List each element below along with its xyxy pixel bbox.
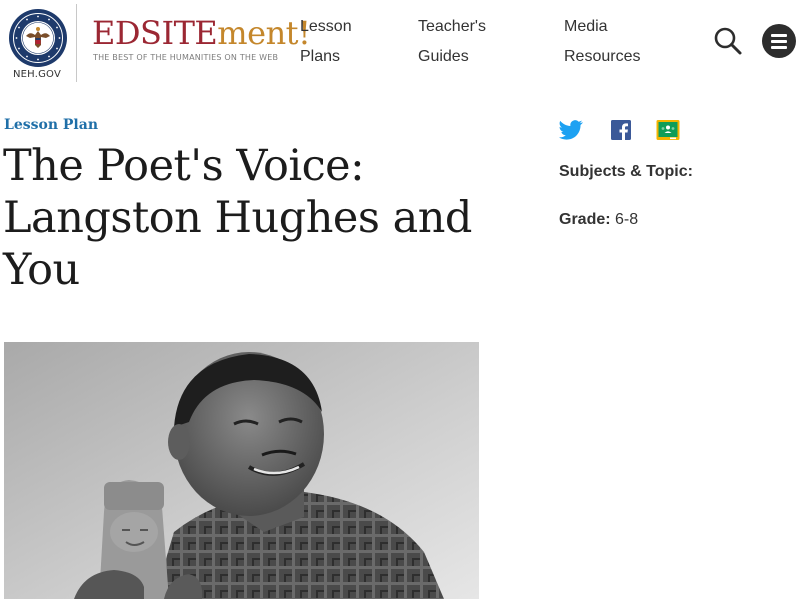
page-title-line-2: Langston Hughes and bbox=[3, 193, 472, 243]
subjects-topic-label: Subjects & Topic: bbox=[559, 163, 693, 181]
neh-gov-label[interactable]: NEH.GOV bbox=[0, 69, 74, 80]
neh-seal-logo[interactable] bbox=[8, 8, 68, 68]
grade-row: Grade: 6-8 bbox=[559, 211, 638, 229]
hero-portrait-image bbox=[4, 342, 479, 599]
nav-teachers-guides[interactable]: Teacher's Guides bbox=[418, 12, 528, 72]
nav-teachers-guides-line1: Teacher's bbox=[418, 18, 486, 35]
header-divider bbox=[76, 4, 77, 82]
twitter-icon[interactable] bbox=[559, 119, 583, 141]
logo-tagline: THE BEST OF THE HUMANITIES ON THE WEB bbox=[93, 53, 279, 62]
page-title-line-3: You bbox=[3, 245, 80, 295]
logo-wordmark: EDSITEment! bbox=[92, 14, 311, 52]
menu-bar-middle bbox=[771, 40, 787, 43]
nav-media-resources-line2: Resources bbox=[564, 48, 641, 65]
hamburger-menu-icon[interactable] bbox=[762, 24, 796, 58]
grade-heading: Grade: bbox=[559, 211, 611, 228]
menu-bar-top bbox=[771, 34, 787, 37]
content-type-label[interactable]: Lesson Plan bbox=[4, 117, 98, 133]
menu-bar-bottom bbox=[771, 46, 787, 49]
facebook-icon[interactable] bbox=[609, 119, 633, 141]
search-icon[interactable] bbox=[711, 24, 745, 58]
logo-edsite-text: EDSITE bbox=[92, 14, 218, 52]
nav-media-resources-line1: Media bbox=[564, 18, 608, 35]
page-title-line-1: The Poet's Voice: bbox=[3, 141, 365, 191]
nav-lesson-plans-line1: Lesson bbox=[300, 18, 352, 35]
google-classroom-icon[interactable] bbox=[656, 119, 680, 141]
site-header: NEH.GOV EDSITEment! THE BEST OF THE HUMA… bbox=[0, 0, 800, 86]
page-title: The Poet's Voice: Langston Hughes and Yo… bbox=[3, 140, 473, 296]
edsitement-logo[interactable]: EDSITEment! THE BEST OF THE HUMANITIES O… bbox=[92, 14, 311, 66]
nav-lesson-plans[interactable]: Lesson Plans bbox=[300, 12, 410, 72]
subjects-topic-heading: Subjects & Topic: bbox=[559, 163, 693, 180]
logo-ment-text: ment! bbox=[217, 14, 311, 52]
nav-teachers-guides-line2: Guides bbox=[418, 48, 469, 65]
nav-lesson-plans-line2: Plans bbox=[300, 48, 341, 65]
grade-value: 6-8 bbox=[615, 211, 639, 228]
nav-media-resources[interactable]: Media Resources bbox=[564, 12, 674, 72]
